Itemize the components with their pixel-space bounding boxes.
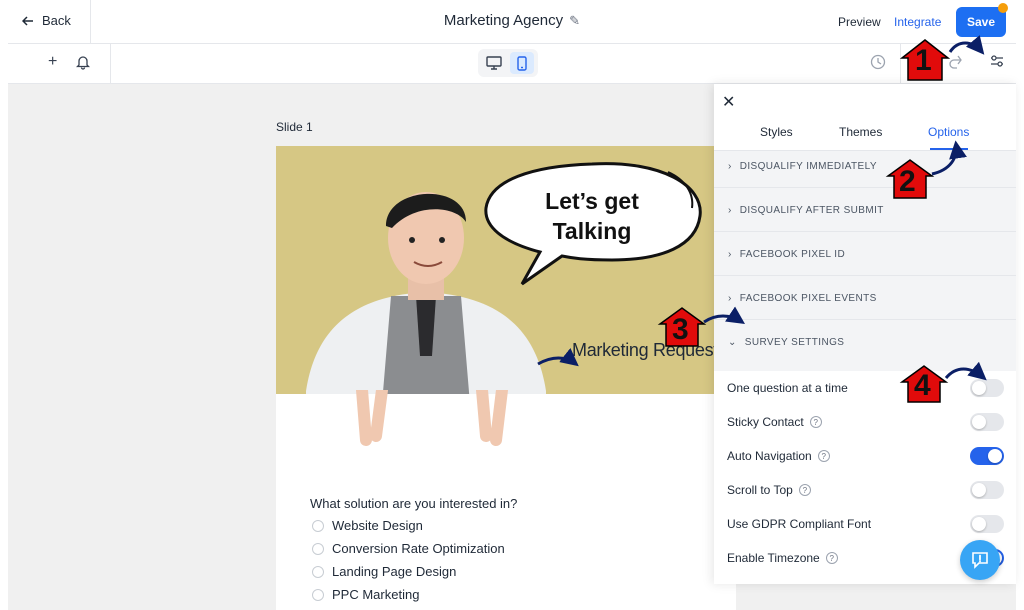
toggle-one-question-at-a-time[interactable]: [970, 379, 1004, 397]
toggle-knob: [972, 381, 986, 395]
accordion-label: DISQUALIFY IMMEDIATELY: [739, 161, 877, 172]
option-landing-page-design[interactable]: Landing Page Design: [312, 564, 456, 579]
chevron-right-icon: ›: [728, 205, 732, 216]
divider: [900, 44, 901, 84]
preview-link[interactable]: Preview: [838, 15, 881, 29]
setting-label: Scroll to Top: [727, 483, 793, 497]
radio-button[interactable]: [312, 519, 324, 532]
setting-scroll-to-top: Scroll to Top?: [727, 483, 811, 497]
accordion-label: DISQUALIFY AFTER SUBMIT: [739, 205, 884, 216]
accordion-list: › DISQUALIFY IMMEDIATELY › DISQUALIFY AFTE…: [714, 151, 1016, 371]
help-icon[interactable]: ?: [809, 416, 822, 428]
help-icon[interactable]: ?: [798, 484, 811, 496]
toggle-sticky-contact[interactable]: [970, 413, 1004, 431]
step-number-1: 1: [915, 44, 932, 77]
toggle-scroll-to-top[interactable]: [970, 481, 1004, 499]
hero-image[interactable]: Let’s get Talking Marketing Request?: [276, 146, 736, 394]
setting-label: One question at a time: [727, 381, 848, 395]
toggle-auto-navigation[interactable]: [970, 447, 1004, 465]
divider: [714, 275, 1016, 276]
question-label: What solution are you interested in?: [310, 496, 518, 511]
divider: [714, 231, 1016, 232]
pointing-hands-illustration: [356, 390, 508, 446]
setting-label: Enable Timezone: [727, 551, 820, 565]
hero-caption: Marketing Request?: [572, 340, 728, 360]
toggle-knob: [972, 415, 986, 429]
divider: [110, 44, 111, 84]
option-label: Conversion Rate Optimization: [332, 541, 505, 556]
accordion-label: FACEBOOK PIXEL EVENTS: [739, 293, 877, 304]
accordion-disqualify-after-submit[interactable]: › DISQUALIFY AFTER SUBMIT: [728, 205, 884, 216]
option-website-design[interactable]: Website Design: [312, 518, 423, 533]
radio-button[interactable]: [312, 588, 324, 601]
integrate-link[interactable]: Integrate: [894, 15, 941, 29]
device-toggle: [478, 49, 538, 77]
option-ppc-marketing[interactable]: PPC Marketing: [312, 587, 419, 602]
chat-alert-icon: [972, 552, 988, 569]
setting-gdpr-compliant-font: Use GDPR Compliant Font: [727, 517, 871, 531]
desktop-icon: [486, 56, 502, 70]
setting-auto-navigation: Auto Navigation?: [727, 449, 830, 463]
slide-label: Slide 1: [276, 120, 313, 134]
setting-label: Auto Navigation: [727, 449, 812, 463]
settings-sliders-icon[interactable]: [990, 54, 1004, 68]
step-number-2: 2: [899, 165, 916, 198]
toggle-knob: [972, 483, 986, 497]
divider: [714, 319, 1016, 320]
chevron-right-icon: ›: [728, 293, 732, 304]
character-illustration: [306, 192, 546, 394]
help-icon[interactable]: ?: [817, 450, 830, 462]
tab-themes[interactable]: Themes: [839, 125, 882, 139]
close-icon[interactable]: ✕: [722, 92, 735, 112]
feedback-button[interactable]: [960, 540, 1000, 580]
add-icon[interactable]: +: [48, 53, 57, 71]
setting-sticky-contact: Sticky Contact?: [727, 415, 822, 429]
setting-one-question-at-a-time: One question at a time: [727, 381, 848, 395]
editor-toolbar: +: [8, 44, 1016, 84]
history-icon[interactable]: [870, 54, 886, 70]
step-number-3: 3: [672, 313, 689, 346]
slide[interactable]: Let’s get Talking Marketing Request? Wha…: [276, 146, 736, 610]
option-label: Landing Page Design: [332, 564, 457, 579]
setting-label: Sticky Contact: [727, 415, 804, 429]
chevron-right-icon: ›: [728, 249, 732, 260]
divider: [714, 187, 1016, 188]
tab-options[interactable]: Options: [928, 125, 969, 139]
setting-enable-timezone: Enable Timezone?: [727, 551, 838, 565]
chevron-down-icon: ⌄: [728, 337, 737, 348]
bell-icon[interactable]: [76, 54, 90, 70]
options-panel: ✕ Styles Themes Options › DISQUALIFY IMME…: [714, 84, 1016, 584]
mobile-view-button[interactable]: [510, 52, 534, 74]
mobile-icon: [517, 55, 527, 71]
radio-button[interactable]: [312, 565, 324, 578]
setting-label: Use GDPR Compliant Font: [727, 517, 872, 531]
accordion-disqualify-immediately[interactable]: › DISQUALIFY IMMEDIATELY: [728, 161, 877, 172]
top-bar: Back Marketing Agency ✎ Preview Integrate…: [8, 0, 1016, 44]
desktop-view-button[interactable]: [482, 52, 506, 74]
chevron-right-icon: ›: [728, 161, 732, 172]
notification-dot: [998, 3, 1008, 13]
radio-button[interactable]: [312, 542, 324, 555]
toggle-knob: [988, 449, 1002, 463]
pencil-icon[interactable]: ✎: [569, 13, 580, 29]
option-label: PPC Marketing: [332, 587, 420, 602]
option-conversion-rate-optimization[interactable]: Conversion Rate Optimization: [312, 541, 505, 556]
accordion-survey-settings[interactable]: ⌄ SURVEY SETTINGS: [728, 337, 844, 348]
step-number-4: 4: [914, 369, 931, 402]
redo-icon[interactable]: [948, 54, 964, 70]
toggle-knob: [972, 517, 986, 531]
accordion-label: FACEBOOK PIXEL ID: [739, 249, 846, 260]
accordion-facebook-pixel-id[interactable]: › FACEBOOK PIXEL ID: [728, 249, 845, 260]
toggle-gdpr-compliant-font[interactable]: [970, 515, 1004, 533]
tab-styles[interactable]: Styles: [760, 125, 793, 139]
option-label: Website Design: [332, 518, 423, 533]
page-title-text: Marketing Agency: [443, 12, 564, 29]
help-icon[interactable]: ?: [825, 552, 838, 564]
accordion-facebook-pixel-events[interactable]: › FACEBOOK PIXEL EVENTS: [728, 293, 877, 304]
accordion-label: SURVEY SETTINGS: [744, 337, 845, 348]
